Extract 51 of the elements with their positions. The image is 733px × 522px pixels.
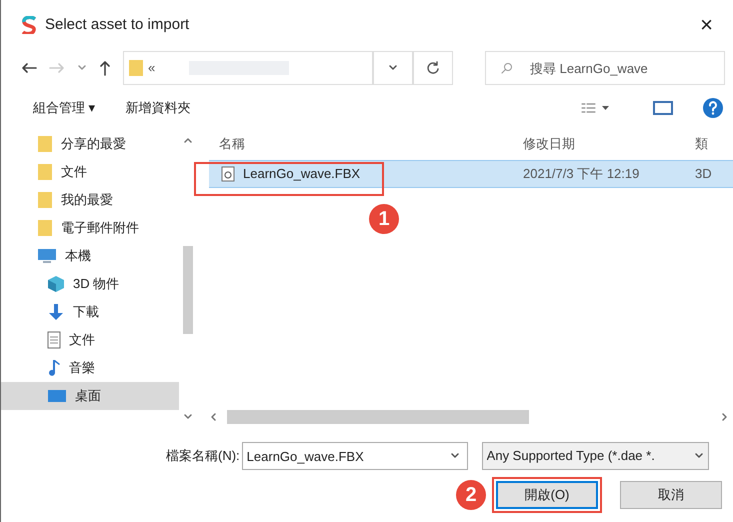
cube-icon: [47, 275, 65, 293]
folder-icon: [37, 135, 53, 153]
folder-icon: [37, 219, 53, 237]
file-name: LearnGo_wave.FBX: [243, 165, 360, 184]
file-type: 3D: [695, 165, 712, 184]
sidebar-item[interactable]: 電子郵件附件: [1, 214, 179, 242]
sidebar-item[interactable]: 我的最愛: [1, 186, 179, 214]
step-number-badge: 1: [369, 204, 399, 234]
column-header[interactable]: 修改日期: [523, 134, 695, 154]
desktop-icon: [47, 388, 67, 404]
sidebar-item[interactable]: 3D 物件: [1, 270, 179, 298]
column-header[interactable]: 名稱: [209, 134, 523, 154]
address-bar[interactable]: «: [123, 51, 373, 85]
file-row[interactable]: LearnGo_wave.FBX 2021/7/3 下午 12:19 3D: [209, 160, 733, 188]
music-note-icon: [47, 359, 61, 377]
organize-menu[interactable]: 組合管理 ▾: [33, 98, 96, 118]
file-name-field[interactable]: LearnGo_wave.FBX: [242, 442, 468, 470]
monitor-icon: [37, 248, 57, 264]
scrollbar-thumb[interactable]: [183, 246, 193, 334]
step-number-badge: 2: [456, 480, 486, 510]
sidebar-item[interactable]: 音樂: [1, 354, 179, 382]
dialog-button[interactable]: 取消: [620, 481, 722, 509]
preview-pane-icon[interactable]: [653, 101, 673, 115]
down-arrow-icon: [47, 303, 65, 321]
sidebar-item[interactable]: 下載: [1, 298, 179, 326]
up-arrow-icon[interactable]: [99, 60, 111, 76]
sidebar-item[interactable]: 桌面: [1, 382, 179, 410]
sidebar-item[interactable]: 文件: [1, 158, 179, 186]
help-icon[interactable]: [703, 98, 723, 118]
file-date: 2021/7/3 下午 12:19: [523, 165, 640, 184]
folder-icon: [37, 163, 53, 181]
close-button[interactable]: ×: [700, 14, 713, 36]
window-title: Select asset to import: [45, 14, 190, 35]
document-icon: [47, 331, 61, 349]
app-logo-icon: [21, 16, 37, 34]
refresh-icon[interactable]: [426, 61, 440, 75]
search-icon: [501, 62, 513, 74]
sidebar-item[interactable]: 分享的最愛: [1, 130, 179, 158]
horizontal-scrollbar-thumb[interactable]: [227, 410, 529, 424]
column-header[interactable]: 類: [695, 134, 708, 154]
file-icon: [221, 166, 235, 182]
folder-icon: [128, 59, 144, 77]
file-name-label: 檔案名稱(N):: [166, 447, 240, 466]
folder-icon: [37, 191, 53, 209]
search-field[interactable]: 搜尋 LearnGo_wave: [485, 51, 725, 85]
view-options-icon[interactable]: [581, 102, 611, 114]
sidebar-item[interactable]: 文件: [1, 326, 179, 354]
back-arrow-icon[interactable]: [21, 62, 37, 74]
sidebar-item[interactable]: 本機: [1, 242, 179, 270]
new-folder-button[interactable]: 新增資料夾: [126, 98, 191, 118]
file-type-dropdown[interactable]: Any Supported Type (*.dae *.: [482, 442, 709, 470]
